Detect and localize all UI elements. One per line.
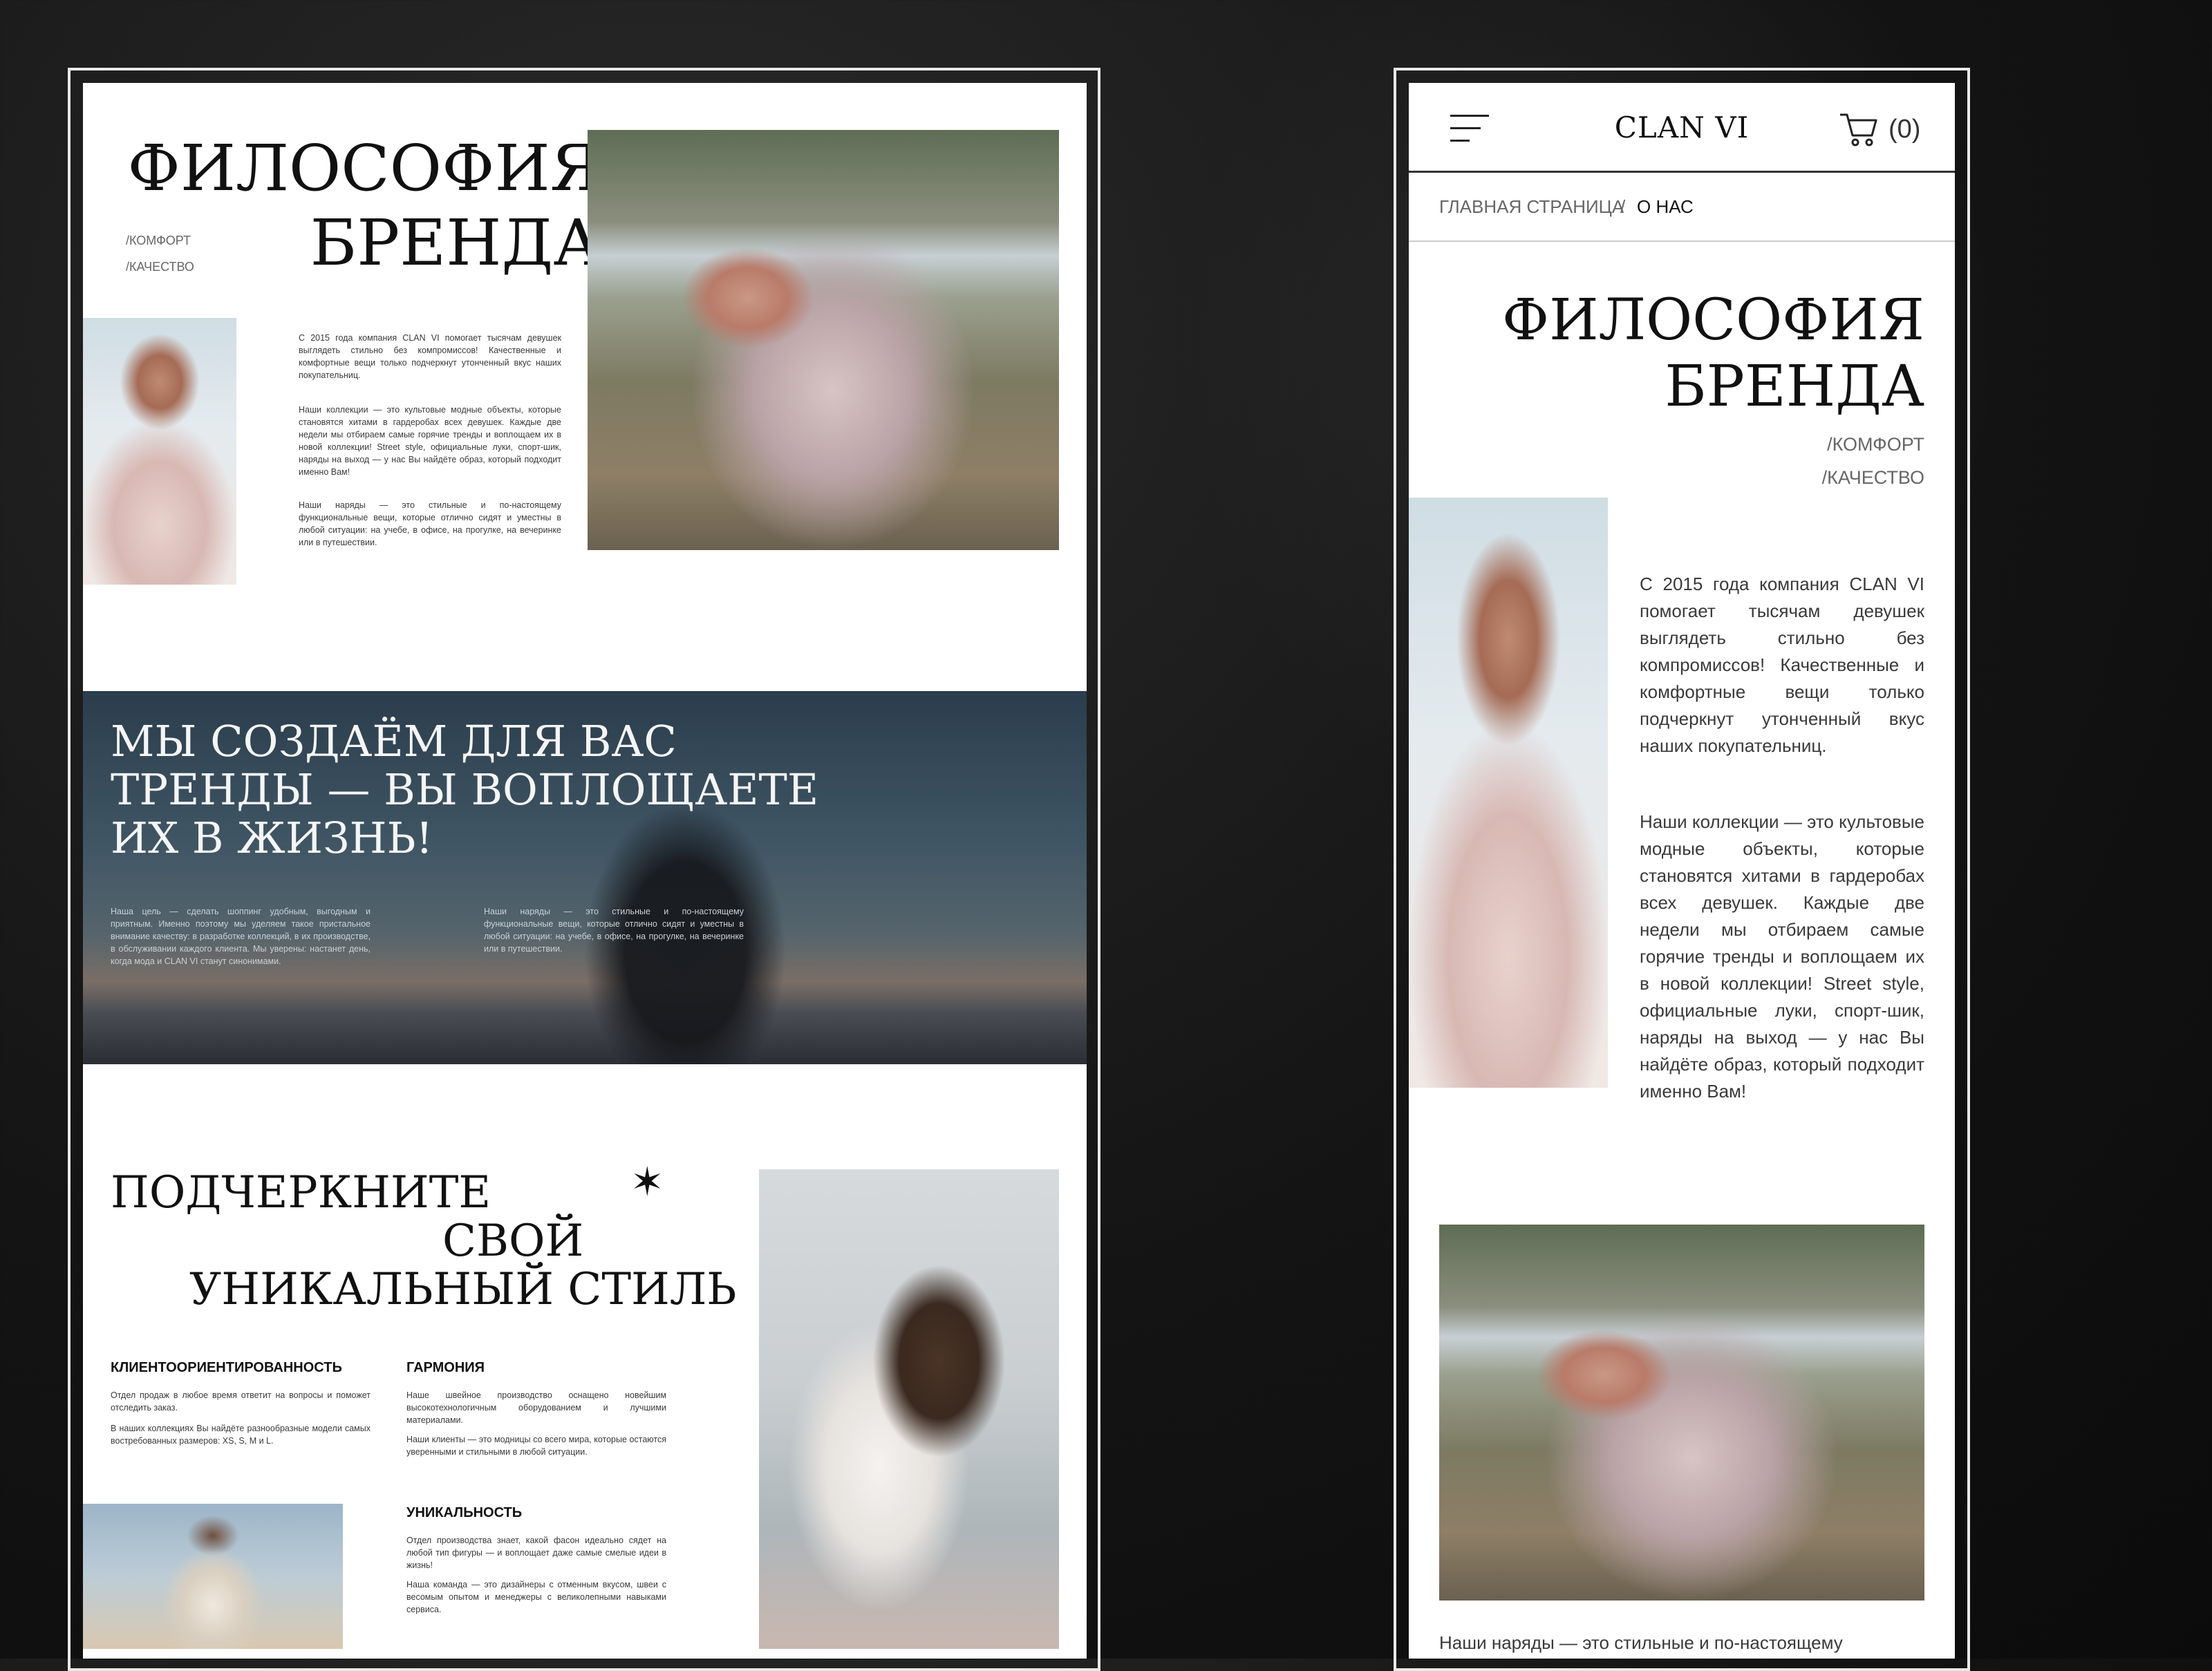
mobile-paragraph-2: Наши коллекции — это культовые модные об… bbox=[1640, 811, 1924, 1102]
banner-heading: МЫ СОЗДАЁМ ДЛЯ ВАС ТРЕНДЫ — ВЫ ВОПЛОЩАЕТ… bbox=[111, 717, 818, 862]
feature-title-harmony: ГАРМОНИЯ bbox=[406, 1360, 485, 1375]
cart-icon bbox=[1840, 113, 1877, 147]
sparkle-icon: ✶ bbox=[630, 1158, 664, 1205]
hero-paragraph-2: Наши коллекции — это культовые модные об… bbox=[299, 405, 561, 477]
mobile-photo-sitting bbox=[1439, 1225, 1924, 1601]
mobile-tag-comfort: /КОМФОРТ bbox=[1827, 434, 1924, 455]
style-heading-line2: СВОЙ bbox=[442, 1216, 584, 1267]
cart-count: (0) bbox=[1888, 115, 1921, 144]
style-photo-hair bbox=[759, 1169, 1059, 1649]
mobile-paragraph-1: С 2015 года компания CLAN VI помогает ты… bbox=[1640, 574, 1924, 756]
style-heading-line1: ПОДЧЕРКНИТЕ bbox=[111, 1167, 491, 1218]
banner-heading-line3: ИХ В ЖИЗНЬ! bbox=[111, 813, 433, 863]
feature-harmony-text-2: Наши клиенты — это модницы со всего мира… bbox=[406, 1435, 666, 1457]
style-heading-line3: УНИКАЛЬНЫЙ СТИЛЬ bbox=[189, 1264, 737, 1315]
breadcrumb: ГЛАВНАЯ СТРАНИЦА / О НАС bbox=[1409, 173, 1955, 242]
hero-paragraph-1: С 2015 года компания CLAN VI помогает ты… bbox=[299, 333, 561, 380]
cart-button[interactable]: (0) bbox=[1837, 108, 1927, 149]
desktop-page: ФИЛОСОФИЯ БРЕНДА /КОМФОРТ /КАЧЕСТВО С 20… bbox=[83, 83, 1087, 1659]
feature-harmony-text-1: Наше швейное производство оснащено новей… bbox=[406, 1390, 666, 1425]
mobile-tag-quality: /КАЧЕСТВО bbox=[1821, 467, 1924, 488]
hero-tag-comfort: /КОМФОРТ bbox=[126, 234, 191, 247]
brand-logo[interactable]: CLAN VI bbox=[1595, 111, 1768, 145]
breadcrumb-home[interactable]: ГЛАВНАЯ СТРАНИЦА bbox=[1439, 196, 1624, 218]
mobile-page: CLAN VI (0) ГЛАВНАЯ СТРАНИЦА / О НАС ФИЛ… bbox=[1409, 83, 1955, 1659]
banner-text-2: Наши наряды — это стильные и по-настояще… bbox=[484, 907, 744, 954]
banner-text-1: Наша цель — сделать шоппинг удобным, выг… bbox=[111, 907, 371, 966]
feature-client-text-1: Отдел продаж в любое время ответит на во… bbox=[111, 1390, 371, 1413]
hero-title-line1: ФИЛОСОФИЯ bbox=[127, 131, 601, 205]
hero-paragraph-3: Наши наряды — это стильные и по-настояще… bbox=[299, 500, 561, 547]
mobile-hero-title: ФИЛОСОФИЯ БРЕНДА bbox=[1436, 287, 1924, 420]
mobile-paragraph-3: Наши наряды — это стильные и по-настояще… bbox=[1439, 1632, 1843, 1653]
mobile-photo-flower bbox=[1409, 498, 1608, 1088]
banner-heading-line1: МЫ СОЗДАЁМ ДЛЯ ВАС bbox=[111, 716, 677, 766]
hero-photo-flower bbox=[83, 318, 236, 585]
banner-heading-line2: ТРЕНДЫ — ВЫ ВОПЛОЩАЕТЕ bbox=[111, 764, 819, 815]
feature-client-text-2: В наших коллекциях Вы найдёте разнообраз… bbox=[111, 1424, 371, 1446]
menu-icon[interactable] bbox=[1450, 115, 1489, 142]
feature-unique-text-2: Наша команда — это дизайнеры с отменным … bbox=[406, 1580, 666, 1614]
breadcrumb-separator: / bbox=[1620, 196, 1626, 217]
style-photo-desert bbox=[83, 1504, 343, 1649]
mobile-header: CLAN VI (0) bbox=[1409, 83, 1955, 173]
mobile-hero-title-line2: БРЕНДА bbox=[1665, 354, 1924, 419]
hero-photo-sitting bbox=[588, 130, 1059, 550]
hero-title-line2: БРЕНДА bbox=[310, 206, 601, 280]
feature-title-unique: УНИКАЛЬНОСТЬ bbox=[406, 1505, 523, 1520]
hero-tag-quality: /КАЧЕСТВО bbox=[126, 260, 194, 274]
feature-title-client: КЛИЕНТООРИЕНТИРОВАННОСТЬ bbox=[111, 1360, 342, 1375]
mobile-hero-title-line1: ФИЛОСОФИЯ bbox=[1502, 287, 1924, 353]
feature-unique-text-1: Отдел производства знает, какой фасон ид… bbox=[406, 1536, 666, 1570]
breadcrumb-current: О НАС bbox=[1637, 196, 1694, 217]
hero-title: ФИЛОСОФИЯ БРЕНДА bbox=[124, 131, 601, 281]
